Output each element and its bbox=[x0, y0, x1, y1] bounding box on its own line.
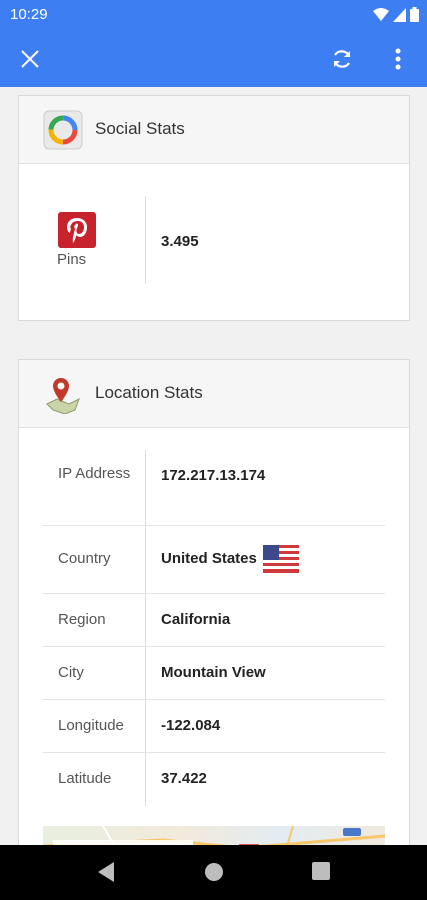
system-nav-bar bbox=[0, 845, 427, 900]
table-row: Longitude -122.084 bbox=[43, 700, 385, 753]
social-stats-card: Social Stats Pins 3.495 bbox=[18, 95, 410, 321]
close-icon bbox=[21, 50, 39, 68]
row-value-city: Mountain View bbox=[161, 664, 266, 681]
us-flag-icon bbox=[262, 545, 299, 573]
location-table: IP Address 172.217.13.174 Country United… bbox=[43, 450, 385, 806]
country-name: United States bbox=[161, 550, 257, 567]
signal-icon bbox=[393, 7, 406, 22]
social-chart-icon bbox=[43, 110, 83, 150]
row-label-region: Region bbox=[58, 611, 106, 628]
row-value-ip: 172.217.13.174 bbox=[161, 467, 266, 484]
location-stats-title: Location Stats bbox=[95, 383, 203, 402]
status-icons bbox=[373, 7, 419, 22]
social-stats-title: Social Stats bbox=[95, 119, 185, 138]
content-scroll[interactable]: Social Stats Pins 3.495 Location Stats I… bbox=[0, 87, 427, 845]
map-pin-icon bbox=[46, 378, 80, 414]
pins-cell: Pins bbox=[19, 196, 145, 284]
home-icon[interactable] bbox=[203, 861, 225, 883]
more-options-button[interactable] bbox=[379, 40, 417, 78]
wifi-icon bbox=[373, 7, 389, 21]
row-value-longitude: -122.084 bbox=[161, 717, 221, 734]
row-value-region: California bbox=[161, 611, 231, 628]
social-stats-header: Social Stats bbox=[19, 96, 409, 164]
refresh-button[interactable] bbox=[323, 40, 361, 78]
table-row: IP Address 172.217.13.174 bbox=[43, 450, 385, 526]
pins-label: Pins bbox=[57, 251, 87, 268]
divider bbox=[145, 526, 146, 593]
row-label-country: Country bbox=[58, 550, 111, 567]
row-label-longitude: Longitude bbox=[58, 717, 124, 734]
divider bbox=[145, 450, 146, 525]
table-row: Latitude 37.422 bbox=[43, 753, 385, 806]
row-value-latitude: 37.422 bbox=[161, 770, 207, 787]
divider bbox=[145, 196, 146, 284]
divider bbox=[145, 753, 146, 806]
row-label-city: City bbox=[58, 664, 84, 681]
divider bbox=[145, 594, 146, 646]
close-button[interactable] bbox=[11, 40, 49, 78]
pinterest-icon bbox=[58, 212, 96, 248]
pins-value: 3.495 bbox=[161, 233, 199, 250]
back-icon[interactable] bbox=[96, 861, 116, 883]
divider bbox=[145, 647, 146, 699]
more-vert-icon bbox=[395, 48, 401, 70]
table-row: City Mountain View bbox=[43, 647, 385, 700]
table-row: Region California bbox=[43, 594, 385, 647]
location-stats-card: Location Stats IP Address 172.217.13.174… bbox=[18, 359, 410, 845]
status-bar: 10:29 bbox=[0, 0, 427, 30]
row-value-country: United States bbox=[161, 545, 299, 573]
location-stats-header: Location Stats bbox=[19, 360, 409, 428]
row-label-ip: IP Address bbox=[58, 465, 131, 482]
battery-icon bbox=[410, 7, 419, 22]
app-bar bbox=[0, 30, 427, 87]
map-roads bbox=[43, 826, 385, 845]
divider bbox=[145, 700, 146, 752]
status-time: 10:29 bbox=[10, 6, 48, 23]
row-label-latitude: Latitude bbox=[58, 770, 112, 787]
location-map[interactable] bbox=[43, 826, 385, 845]
table-row: Country United States bbox=[43, 526, 385, 594]
recents-icon[interactable] bbox=[311, 861, 331, 881]
refresh-icon bbox=[334, 50, 350, 68]
